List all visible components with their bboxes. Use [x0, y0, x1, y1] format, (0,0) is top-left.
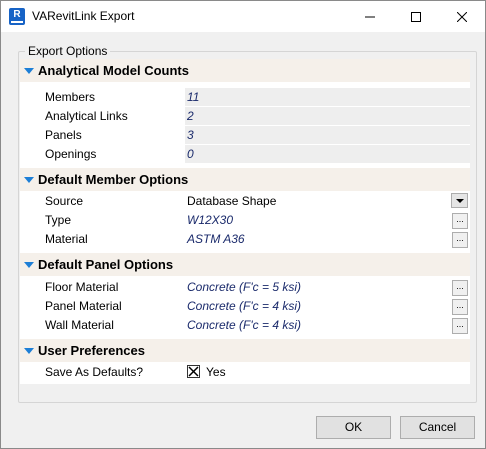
collapse-arrow-icon[interactable]: [24, 68, 34, 74]
prop-value-readonly: 11: [185, 88, 470, 107]
checkmark-x-icon: [188, 366, 199, 377]
panel-material-browse-button[interactable]: ...: [452, 299, 468, 315]
row-members[interactable]: Members 11: [20, 88, 470, 107]
close-icon: [457, 11, 467, 22]
prop-value-readonly: 3: [185, 126, 470, 145]
material-value: ASTM A36: [187, 232, 245, 246]
row-openings[interactable]: Openings 0: [20, 145, 470, 164]
wall-material-field[interactable]: Concrete (F'c = 4 ksi) ...: [185, 316, 470, 335]
ok-button[interactable]: OK: [316, 416, 391, 439]
type-browse-button[interactable]: ...: [452, 213, 468, 229]
category-title: Default Member Options: [38, 172, 189, 187]
row-floor-material[interactable]: Floor Material Concrete (F'c = 5 ksi) ..…: [20, 278, 470, 297]
row-wall-material[interactable]: Wall Material Concrete (F'c = 4 ksi) ...: [20, 316, 470, 335]
category-title: Analytical Model Counts: [38, 63, 189, 78]
row-source[interactable]: Source Database Shape: [20, 192, 470, 211]
revit-app-icon: R: [9, 8, 25, 25]
prop-value-readonly: 2: [185, 107, 470, 126]
prop-name: Type: [45, 213, 72, 227]
collapse-arrow-icon[interactable]: [24, 262, 34, 268]
members-count: 11: [187, 90, 200, 104]
category-analytical-model-counts[interactable]: Analytical Model Counts: [20, 59, 470, 82]
prop-name: Members: [45, 90, 96, 104]
category-default-member-options[interactable]: Default Member Options: [20, 168, 470, 191]
minimize-icon: [365, 16, 375, 17]
app-icon-letter: R: [13, 9, 21, 20]
row-save-as-defaults[interactable]: Save As Defaults? Yes: [20, 363, 470, 382]
collapse-arrow-icon[interactable]: [24, 348, 34, 354]
prop-name: Source: [45, 194, 84, 208]
category-title: Default Panel Options: [38, 257, 174, 272]
floor-material-field[interactable]: Concrete (F'c = 5 ksi) ...: [185, 278, 470, 297]
source-dropdown[interactable]: Database Shape: [185, 192, 470, 211]
prop-name: Panels: [45, 128, 82, 142]
row-panel-material[interactable]: Panel Material Concrete (F'c = 4 ksi) ..…: [20, 297, 470, 316]
prop-name: Floor Material: [45, 280, 119, 294]
source-value: Database Shape: [187, 194, 277, 208]
export-options-label: Export Options: [25, 44, 111, 58]
prop-name: Wall Material: [45, 318, 114, 332]
panels-count: 3: [187, 128, 194, 142]
category-user-preferences[interactable]: User Preferences: [20, 339, 470, 362]
prop-name: Openings: [45, 147, 97, 161]
prop-name: Analytical Links: [45, 109, 128, 123]
save-defaults-field[interactable]: Yes: [185, 363, 470, 382]
title-bar[interactable]: R VARevitLink Export: [1, 1, 485, 32]
row-analytical-links[interactable]: Analytical Links 2: [20, 107, 470, 126]
category-default-panel-options[interactable]: Default Panel Options: [20, 253, 470, 276]
prop-value-readonly: 0: [185, 145, 470, 164]
links-count: 2: [187, 109, 194, 123]
collapse-arrow-icon[interactable]: [24, 177, 34, 183]
cancel-button[interactable]: Cancel: [400, 416, 475, 439]
material-field[interactable]: ASTM A36 ...: [185, 230, 470, 249]
panel-material-value: Concrete (F'c = 4 ksi): [187, 299, 301, 313]
wall-material-value: Concrete (F'c = 4 ksi): [187, 318, 301, 332]
dialog-window: R VARevitLink Export Export Options Anal…: [0, 0, 486, 449]
window-title: VARevitLink Export: [32, 9, 135, 23]
save-defaults-checkbox[interactable]: [187, 365, 200, 378]
property-grid: Analytical Model Counts Members 11 Analy…: [20, 59, 470, 384]
dropdown-button[interactable]: [451, 193, 468, 208]
wall-material-browse-button[interactable]: ...: [452, 318, 468, 334]
type-value: W12X30: [187, 213, 234, 227]
close-button[interactable]: [439, 1, 485, 32]
floor-material-browse-button[interactable]: ...: [452, 280, 468, 296]
openings-count: 0: [187, 147, 194, 161]
prop-name: Save As Defaults?: [45, 365, 144, 379]
floor-material-value: Concrete (F'c = 5 ksi): [187, 280, 301, 294]
chevron-down-icon: [455, 198, 464, 203]
type-field[interactable]: W12X30 ...: [185, 211, 470, 230]
row-type[interactable]: Type W12X30 ...: [20, 211, 470, 230]
maximize-button[interactable]: [393, 1, 439, 32]
app-icon-bar: [11, 21, 23, 23]
minimize-button[interactable]: [347, 1, 393, 32]
maximize-icon: [411, 11, 421, 22]
material-browse-button[interactable]: ...: [452, 232, 468, 248]
row-panels[interactable]: Panels 3: [20, 126, 470, 145]
row-material[interactable]: Material ASTM A36 ...: [20, 230, 470, 249]
prop-name: Material: [45, 232, 88, 246]
category-title: User Preferences: [38, 343, 145, 358]
save-defaults-value: Yes: [206, 365, 226, 379]
panel-material-field[interactable]: Concrete (F'c = 4 ksi) ...: [185, 297, 470, 316]
prop-name: Panel Material: [45, 299, 122, 313]
